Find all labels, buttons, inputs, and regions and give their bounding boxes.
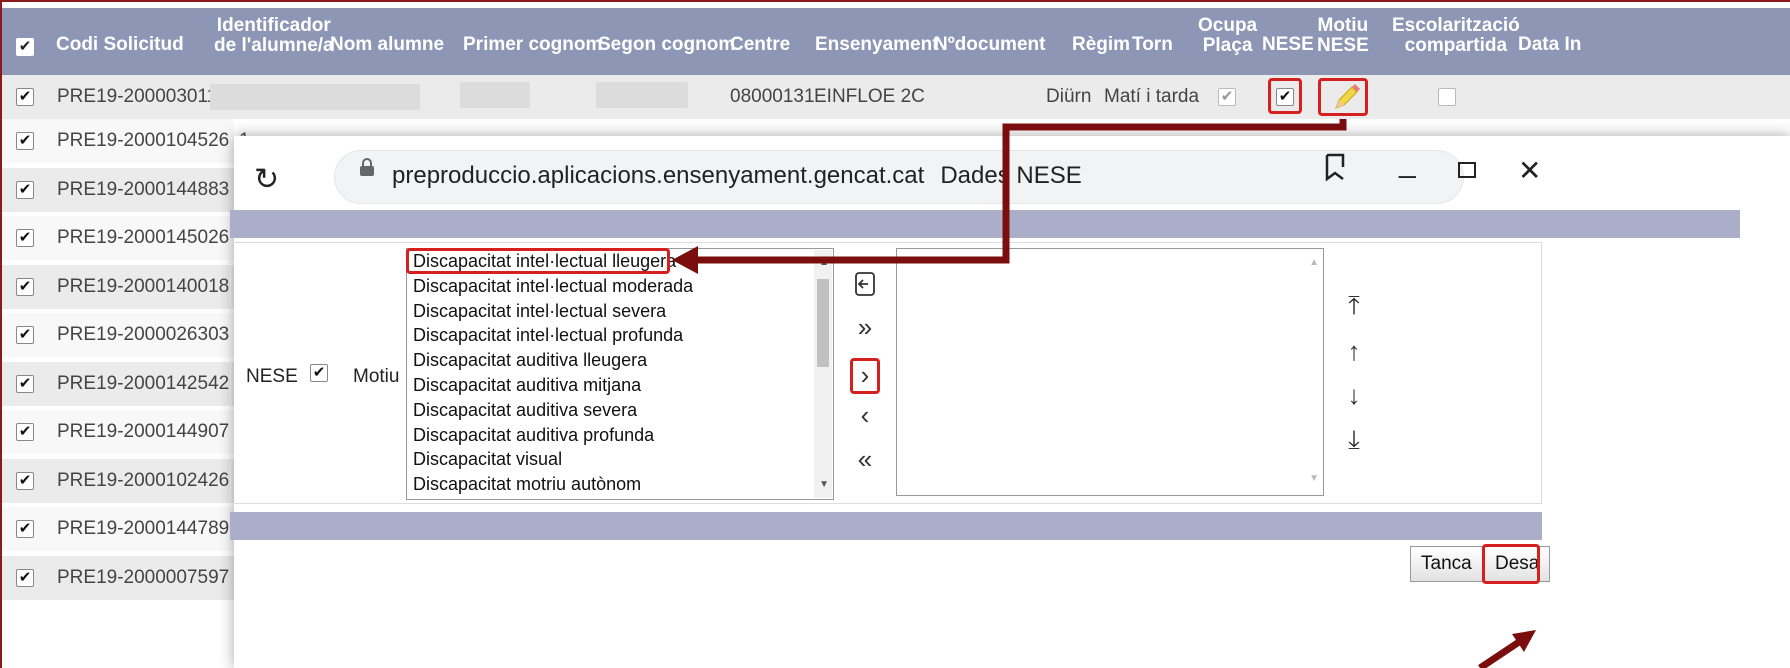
annotation-arrow-line: [690, 119, 1347, 264]
annotation-overlay: [672, 119, 1536, 668]
desa-pointer-line: [1478, 637, 1524, 668]
annotation-arrowhead: [672, 246, 698, 274]
